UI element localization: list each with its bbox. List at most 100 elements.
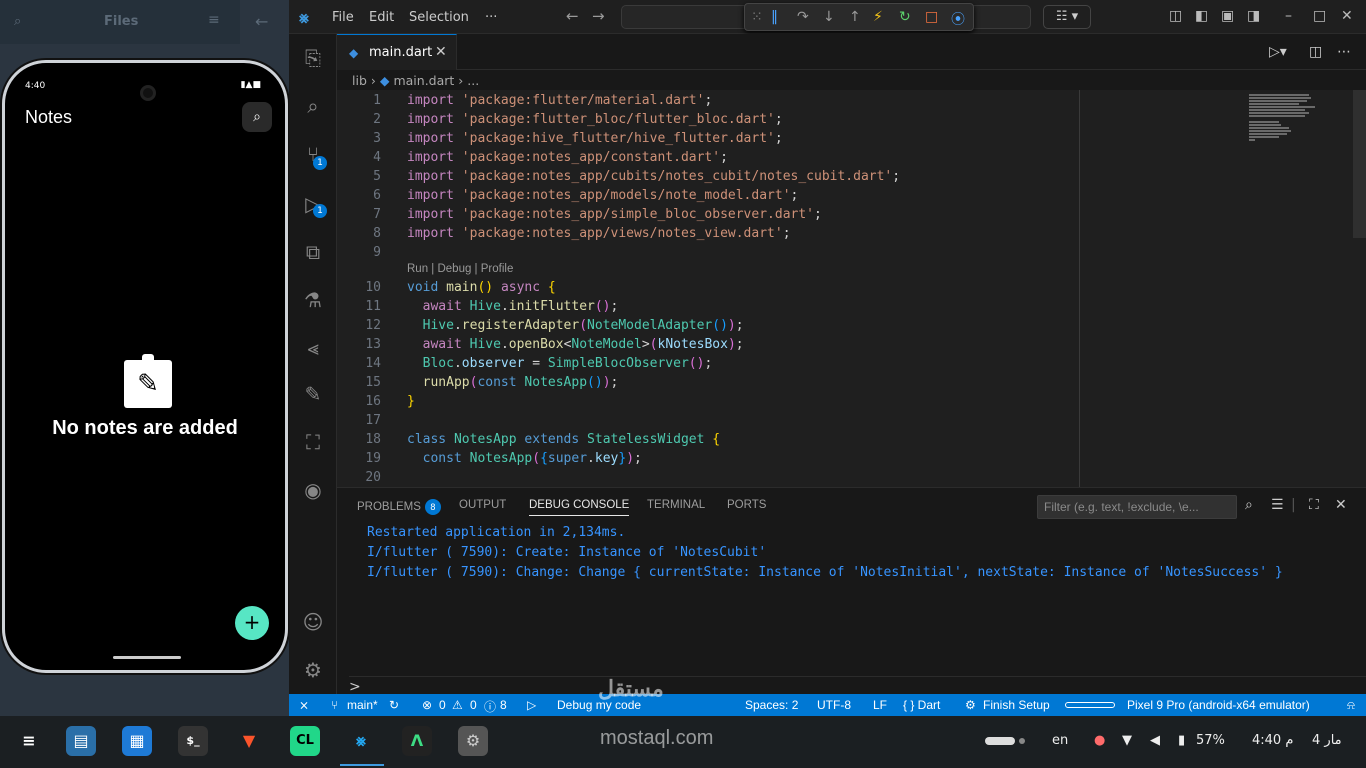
hot-reload-icon[interactable]: ⚡	[873, 9, 883, 25]
step-over-icon[interactable]: ↷	[797, 9, 809, 25]
search-icon[interactable]: ⌕	[301, 94, 325, 118]
clock-time[interactable]: 4:40 م	[1252, 733, 1293, 748]
split-editor-icon[interactable]: ◫	[1309, 44, 1322, 60]
workspace-indicator[interactable]	[985, 737, 1015, 745]
minimap[interactable]	[1249, 94, 1319, 164]
tab-terminal[interactable]: TERMINAL	[647, 499, 705, 511]
language-mode[interactable]: { } Dart	[903, 698, 940, 712]
toggle-panel-icon[interactable]: ▣	[1221, 8, 1234, 24]
sync-icon[interactable]: ↻	[389, 698, 399, 712]
inspect-icon[interactable]: ⦿	[951, 9, 965, 29]
preview-icon[interactable]: ◉	[301, 478, 325, 502]
home-indicator[interactable]	[113, 656, 181, 659]
flutter-icon[interactable]: ⪡	[301, 336, 325, 360]
testing-icon[interactable]: ⚗	[301, 288, 325, 312]
explorer-icon[interactable]: ⎘	[301, 46, 325, 70]
close-panel-icon[interactable]: ✕	[1335, 497, 1347, 513]
android-studio-icon[interactable]: Λ	[402, 726, 432, 756]
vscode-taskbar-icon[interactable]: ⨳	[346, 726, 376, 756]
breadcrumb-folder[interactable]: lib	[352, 73, 367, 88]
console-input[interactable]: >	[349, 676, 1366, 695]
warning-count[interactable]: 0	[470, 698, 477, 712]
drag-handle-icon[interactable]: ⁙	[751, 9, 763, 25]
breadcrumb-file[interactable]: main.dart	[393, 73, 454, 88]
workspace-dot[interactable]	[1019, 738, 1025, 744]
back-arrow-icon[interactable]: ←	[255, 12, 268, 31]
terminal-icon[interactable]: $_	[178, 726, 208, 756]
search-icon[interactable]: ⌕	[1245, 497, 1253, 513]
indentation[interactable]: Spaces: 2	[745, 698, 798, 712]
search-button[interactable]: ⌕	[242, 102, 272, 132]
menu-more[interactable]: ···	[485, 10, 497, 25]
software-store-icon[interactable]: ▦	[122, 726, 152, 756]
restart-icon[interactable]: ↻	[899, 9, 911, 25]
add-note-button[interactable]: +	[235, 606, 269, 640]
forward-arrow-icon[interactable]: →	[592, 7, 605, 25]
remote-explorer-icon[interactable]: ⛶	[301, 430, 325, 454]
settings-app-icon[interactable]: ⚙	[458, 726, 488, 756]
minimize-icon[interactable]: –	[1285, 8, 1292, 24]
finish-setup[interactable]: Finish Setup	[983, 698, 1050, 712]
line-number: 18	[365, 432, 381, 447]
error-count[interactable]: 0	[439, 698, 446, 712]
step-out-icon[interactable]: ↑	[849, 9, 861, 25]
menu-edit[interactable]: Edit	[369, 10, 394, 25]
extensions-icon[interactable]: ⧉	[301, 240, 325, 264]
line-endings[interactable]: LF	[873, 698, 887, 712]
volume-icon[interactable]: ◀	[1150, 733, 1160, 748]
close-icon[interactable]: ✕	[1341, 8, 1353, 24]
pause-icon[interactable]: ‖	[771, 9, 778, 25]
info-count[interactable]: 8	[500, 698, 507, 712]
copilot-button[interactable]: ☷ ▾	[1043, 5, 1091, 29]
brave-browser-icon[interactable]: ▼	[234, 726, 264, 756]
keyboard-language[interactable]: en	[1052, 733, 1068, 748]
line-number: 15	[365, 375, 381, 390]
notifications-icon[interactable]: ⍾	[1347, 698, 1355, 713]
search-icon[interactable]: ⌕	[14, 14, 21, 29]
code-editor[interactable]: 1 2 3 4 5 6 7 8 9 10 11 12 13 14 15 16 1…	[337, 90, 1366, 487]
run-menu-icon[interactable]: ▷▾	[1269, 44, 1287, 60]
maximize-icon[interactable]: □	[1313, 8, 1326, 24]
tab-problems[interactable]: PROBLEMS 8	[357, 499, 441, 515]
encoding[interactable]: UTF-8	[817, 698, 851, 712]
line-number: 19	[365, 451, 381, 466]
stop-icon[interactable]: □	[925, 9, 938, 25]
more-actions-icon[interactable]: ⋯	[1337, 44, 1351, 60]
tab-output[interactable]: OUTPUT	[459, 499, 506, 511]
settings-gear-icon[interactable]: ⚙	[301, 658, 325, 682]
zorin-menu-icon[interactable]: ≡	[14, 726, 44, 756]
files-app-icon[interactable]: ▤	[66, 726, 96, 756]
close-tab-icon[interactable]: ✕	[435, 44, 447, 60]
battery-icon[interactable]: ▮	[1178, 733, 1185, 748]
remote-icon[interactable]: ⨯	[299, 698, 309, 712]
breadcrumb-more[interactable]: ...	[467, 73, 479, 88]
menu-file[interactable]: File	[332, 10, 354, 25]
branch-name[interactable]: main*	[347, 698, 378, 712]
line-number: 16	[365, 394, 381, 409]
device-selector[interactable]: Pixel 9 Pro (android-x64 emulator)	[1127, 698, 1310, 712]
tab-ports[interactable]: PORTS	[727, 499, 766, 511]
back-arrow-icon[interactable]: ←	[566, 7, 579, 25]
menu-icon[interactable]: ≡	[208, 12, 220, 28]
menu-selection[interactable]: Selection	[409, 10, 469, 25]
battery-percent[interactable]: 57%	[1196, 733, 1225, 748]
step-into-icon[interactable]: ↓	[823, 9, 835, 25]
toggle-secondary-sidebar-icon[interactable]: ◨	[1247, 8, 1260, 24]
maximize-panel-icon[interactable]: ⛶	[1309, 497, 1319, 513]
clear-console-icon[interactable]: ☰	[1271, 497, 1284, 513]
clion-icon[interactable]: CL	[290, 726, 320, 756]
layout-icon[interactable]: ◫	[1169, 8, 1182, 24]
toggle-sidebar-icon[interactable]: ◧	[1195, 8, 1208, 24]
status-icons: ▮▲■	[240, 80, 261, 90]
clock-date[interactable]: مار 4	[1312, 733, 1342, 748]
tab-main-dart[interactable]: ◆ main.dart ✕	[337, 34, 457, 70]
microphone-icon[interactable]: ●	[1094, 733, 1105, 748]
codelens[interactable]: Run | Debug | Profile	[407, 263, 513, 275]
filter-input[interactable]: Filter (e.g. text, !exclude, \e...	[1037, 495, 1237, 519]
editor-scrollbar[interactable]	[1353, 90, 1366, 238]
branch-icon[interactable]: ⑂	[331, 698, 338, 712]
wifi-icon[interactable]: ▼	[1122, 733, 1132, 748]
tab-debug-console[interactable]: DEBUG CONSOLE	[529, 499, 630, 516]
account-icon[interactable]: ☺	[301, 610, 325, 634]
edit-pencil-icon[interactable]: ✎	[301, 382, 325, 406]
